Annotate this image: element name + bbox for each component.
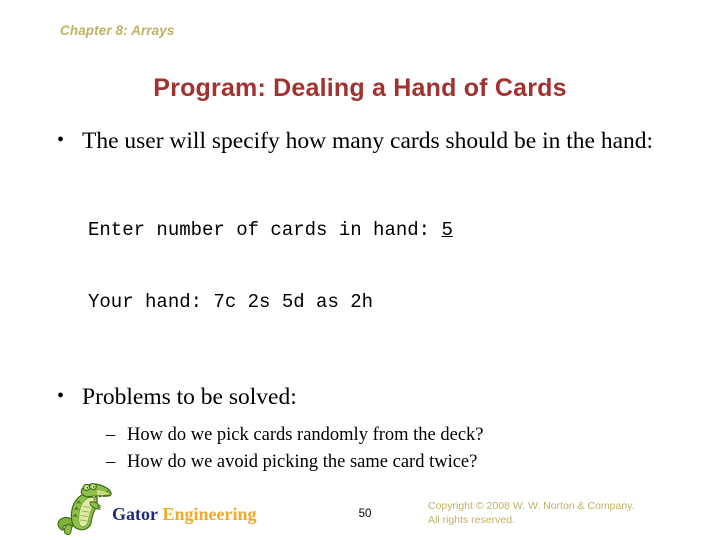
dash-marker-icon: – xyxy=(106,425,116,445)
page-number: 50 xyxy=(358,508,372,520)
code-line-1-prompt: Enter number of cards in hand: xyxy=(88,219,442,241)
bullet-item-2-label: Problems to be solved: xyxy=(82,384,297,410)
code-line-1-user-input: 5 xyxy=(441,219,453,241)
gator-engineering-logo: Gator Engineering xyxy=(52,474,302,536)
copyright-line-1: Copyright © 2008 W. W. Norton & Company. xyxy=(428,500,635,512)
copyright-notice: Copyright © 2008 W. W. Norton & Company.… xyxy=(428,500,635,527)
alligator-mascot-icon xyxy=(57,483,112,536)
slide-body: • The user will specify how many cards s… xyxy=(0,126,720,476)
logo-wordmark: Gator Engineering xyxy=(112,504,257,525)
chapter-header: Chapter 8: Arrays xyxy=(60,23,175,38)
code-line-2: Your hand: 7c 2s 5d as 2h xyxy=(88,291,374,313)
slide-canvas: Chapter 8: Arrays Program: Dealing a Han… xyxy=(0,0,720,540)
copyright-line-2: All rights reserved. xyxy=(428,513,515,526)
sub-bullet-item-1-label: How do we pick cards randomly from the d… xyxy=(127,425,484,445)
sub-bullet-item-1: – How do we pick cards randomly from the… xyxy=(0,422,720,449)
code-line-1: Enter number of cards in hand: 5 xyxy=(88,218,720,242)
slide-footer: Gator Engineering 50 Copyright © 2008 W.… xyxy=(0,468,720,540)
bullet-item-1-label: The user will specify how many cards sho… xyxy=(82,128,654,154)
bullet-marker-icon: • xyxy=(57,129,65,151)
bullet-item-2: • Problems to be solved: xyxy=(0,382,720,412)
page-title: Program: Dealing a Hand of Cards xyxy=(153,74,567,102)
logo-word-gator: Gator xyxy=(112,504,158,524)
code-sample-block: Enter number of cards in hand: 5 Your ha… xyxy=(0,170,720,362)
logo-word-engineering: Engineering xyxy=(162,504,257,524)
bullet-marker-icon: • xyxy=(57,385,65,407)
bullet-item-1: • The user will specify how many cards s… xyxy=(0,126,720,156)
